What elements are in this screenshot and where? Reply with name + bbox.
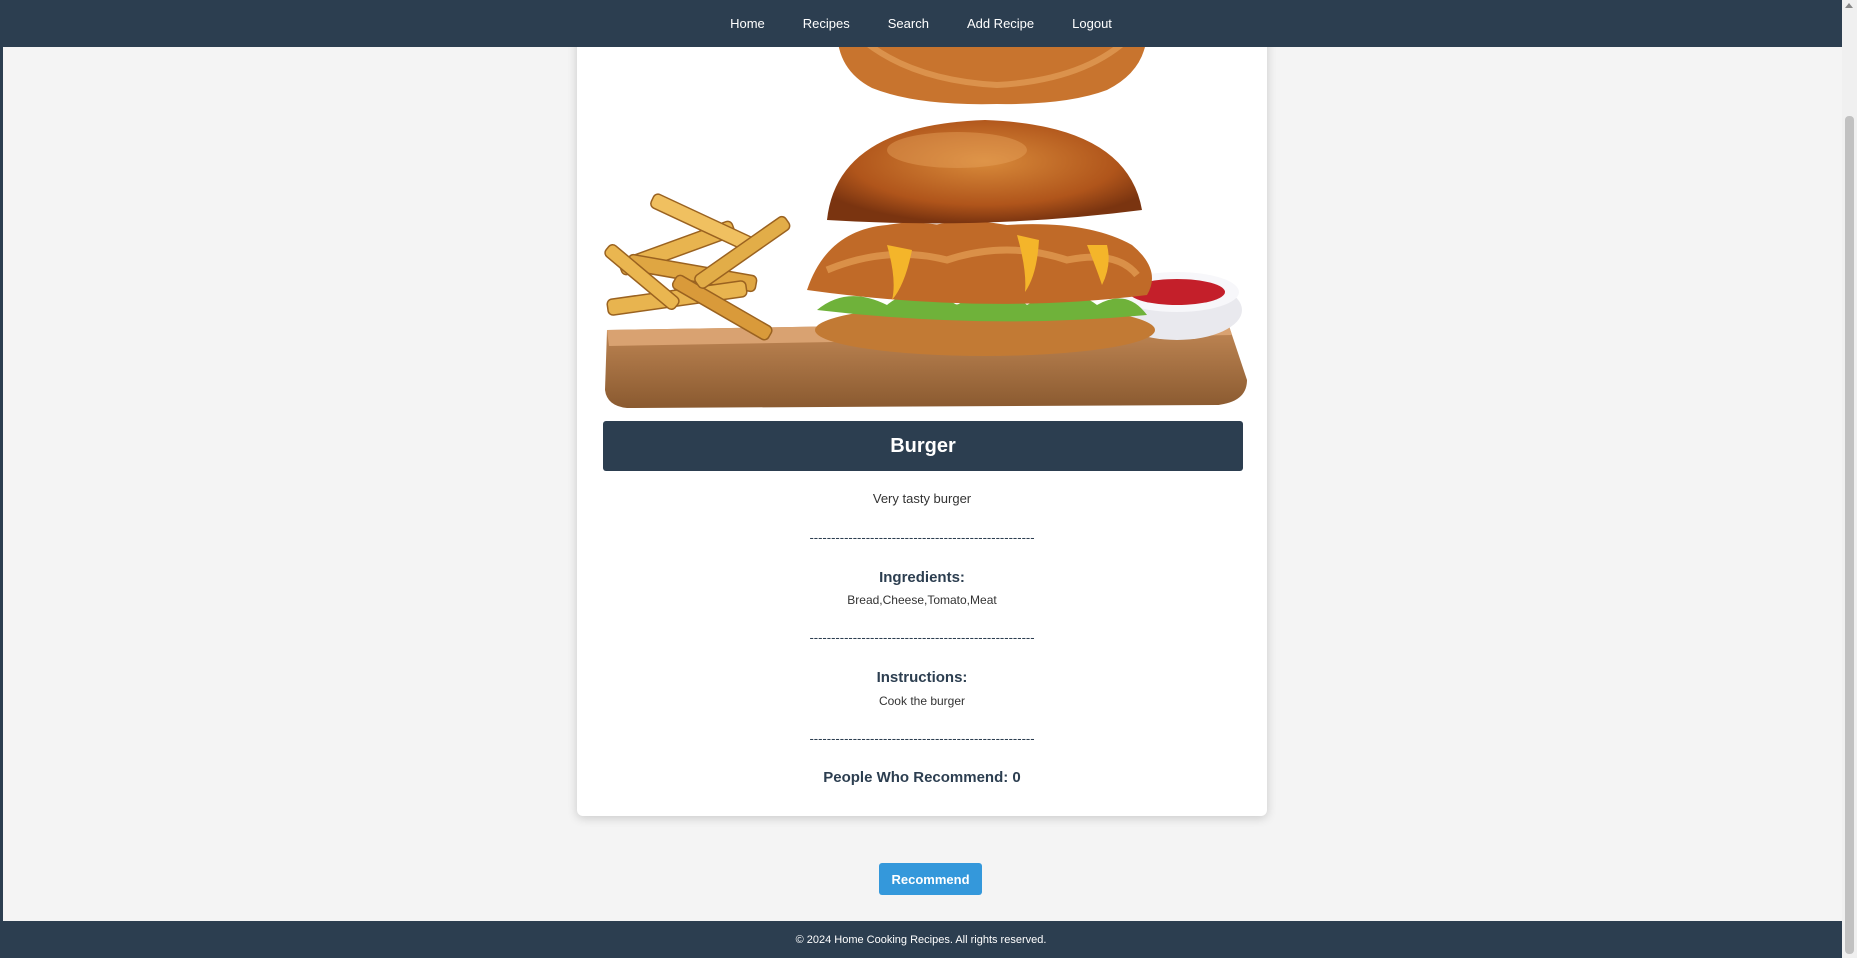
page-edge bbox=[0, 0, 3, 958]
ingredients-list: Bread,Cheese,Tomato,Meat bbox=[847, 593, 997, 607]
scroll-up-icon[interactable] bbox=[1845, 3, 1853, 8]
recipe-title-bar: Burger bbox=[603, 421, 1243, 471]
nav-home-link[interactable]: Home bbox=[730, 16, 765, 31]
recommend-count: People Who Recommend: 0 bbox=[823, 769, 1021, 786]
separator: ----------------------------------------… bbox=[809, 731, 1035, 746]
nav-logout-link[interactable]: Logout bbox=[1072, 16, 1112, 31]
nav-recipes-link[interactable]: Recipes bbox=[803, 16, 850, 31]
separator: ----------------------------------------… bbox=[809, 630, 1035, 645]
ingredients-heading: Ingredients: bbox=[879, 569, 965, 586]
burger-image-illustration bbox=[587, 30, 1257, 412]
instructions-text: Cook the burger bbox=[878, 694, 966, 708]
page-footer: © 2024 Home Cooking Recipes. All rights … bbox=[0, 921, 1842, 958]
footer-copyright: © 2024 Home Cooking Recipes. All rights … bbox=[795, 933, 1047, 946]
recipe-image bbox=[587, 30, 1257, 412]
recommend-button[interactable]: Recommend bbox=[879, 863, 982, 895]
recipe-description: Very tasty burger bbox=[872, 491, 972, 506]
nav-search-link[interactable]: Search bbox=[888, 16, 929, 31]
scrollbar-thumb[interactable] bbox=[1845, 116, 1854, 954]
recipe-card: Burger Very tasty burger ---------------… bbox=[577, 0, 1267, 816]
top-navigation: Home Recipes Search Add Recipe Logout bbox=[0, 0, 1842, 47]
separator: ----------------------------------------… bbox=[809, 530, 1035, 545]
recipe-title: Burger bbox=[890, 434, 956, 457]
nav-add-recipe-link[interactable]: Add Recipe bbox=[967, 16, 1034, 31]
instructions-heading: Instructions: bbox=[876, 669, 968, 686]
vertical-scrollbar[interactable] bbox=[1842, 0, 1857, 958]
